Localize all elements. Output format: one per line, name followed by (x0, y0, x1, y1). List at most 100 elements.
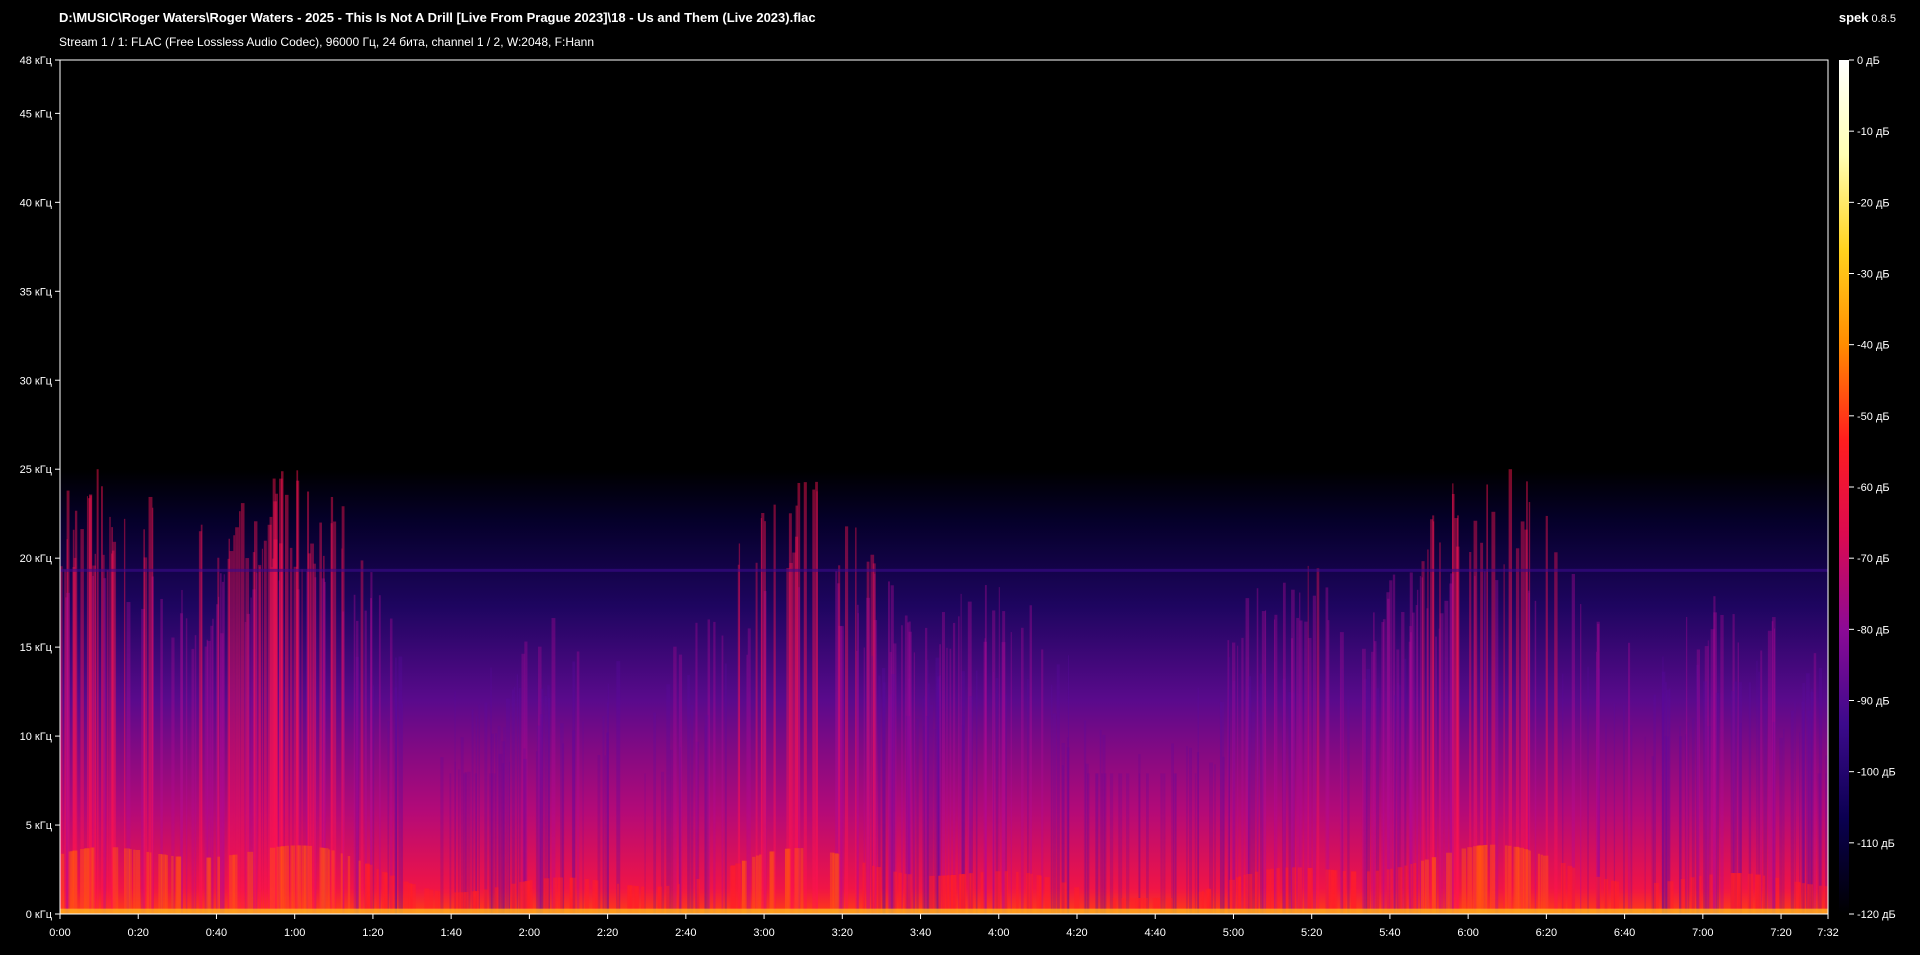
spectrogram-lowband (1571, 867, 1576, 914)
spectrogram-streak (1393, 695, 1397, 914)
spectrogram-streak (1231, 642, 1236, 914)
time-tick-label: 3:00 (753, 927, 774, 939)
spectrogram-streak (495, 733, 498, 914)
spectrogram-streak (882, 682, 886, 914)
time-tick-label: 0:00 (49, 927, 70, 939)
spectrogram-lowband (1367, 871, 1370, 914)
spectrogram-streak (935, 657, 940, 914)
time-tick-label: 6:20 (1536, 927, 1557, 939)
spectrogram-streak (458, 769, 460, 914)
spectrogram-streak (240, 503, 245, 914)
spectrogram-lowband (307, 845, 313, 914)
spectrogram-streak (1189, 747, 1192, 914)
spectrogram-streak (669, 749, 674, 914)
spectrogram-lowband (1537, 853, 1541, 914)
db-tick-label: -20 дБ (1857, 197, 1890, 209)
spectrogram-streak (1186, 746, 1188, 914)
spectrogram-streak (1455, 546, 1460, 914)
spectrogram-lowband (784, 848, 791, 914)
spectrogram-streak (984, 638, 986, 914)
spectrogram-lowband (543, 878, 550, 914)
db-colorbar: 0 дБ -10 дБ -20 дБ -30 дБ -40 дБ -50 дБ -60 дБ… (1839, 55, 1896, 921)
spectrogram-lowband (980, 872, 984, 914)
spectrogram-streak (582, 721, 584, 914)
spectrogram-streak (372, 685, 375, 914)
spectrogram-streak (401, 703, 404, 914)
spectrogram-lowband (1285, 867, 1289, 914)
spectrogram-streak (1002, 611, 1006, 914)
freq-tick-label: 5 кГц (26, 820, 53, 832)
spectrogram-streak (509, 761, 511, 914)
spectrogram-streak (952, 622, 956, 914)
spectrogram-streak (816, 491, 818, 914)
spectrogram-streak (1056, 664, 1060, 914)
spectrogram-streak (721, 635, 724, 914)
spectrogram-streak (998, 587, 1000, 914)
spectrogram-streak (1783, 728, 1785, 914)
time-tick-label: 2:20 (597, 927, 618, 939)
freq-tick-label: 15 кГц (20, 642, 53, 654)
freq-tick-label: 48 кГц (20, 55, 53, 67)
spectrogram-streak (1109, 773, 1114, 914)
spectrogram-lowband (759, 854, 762, 914)
spectrogram-streak (516, 674, 519, 914)
spectrogram-streak (678, 654, 683, 914)
spectrogram-lowband (1421, 860, 1425, 914)
spectrogram-streak (96, 469, 99, 914)
spectrogram-lowband (1528, 850, 1531, 914)
spectrogram-streak (939, 644, 942, 914)
spectrogram-lowband (942, 875, 948, 914)
time-tick-label: 7:32 (1817, 927, 1838, 939)
spectrogram-streak (666, 684, 671, 914)
spectrogram-streak (1653, 694, 1656, 914)
spectrogram-streak (1095, 773, 1099, 914)
spectrogram-lowband (276, 846, 283, 914)
time-tick-label: 0:40 (206, 927, 227, 939)
spectrogram-lowband (1238, 876, 1241, 914)
spectrogram-streak (1196, 752, 1200, 914)
spectrogram-streak (975, 670, 978, 914)
spectrogram-streak (1163, 773, 1166, 914)
spectrogram-streak (1347, 699, 1350, 914)
spectrogram-streak (1630, 725, 1633, 914)
spectrogram-streak (1439, 613, 1444, 914)
spectrogram-streak (1288, 691, 1291, 914)
time-tick-label: 4:20 (1066, 927, 1087, 939)
spectrogram-streak (1661, 671, 1666, 914)
db-tick-label: -60 дБ (1857, 482, 1890, 494)
spectrogram-lowband (217, 856, 221, 914)
spectrogram-streak (1427, 549, 1429, 914)
spectrogram-streak (490, 667, 492, 914)
spectrogram-lowband (1404, 865, 1408, 914)
spectrogram-streak (946, 647, 948, 914)
spectrogram-streak (1813, 653, 1817, 914)
spectrogram-streak (907, 622, 910, 914)
spectrogram-streak (1050, 684, 1053, 914)
spectrogram-lowband (729, 865, 736, 914)
spectrogram-lowband (1762, 875, 1766, 914)
spectrogram-streak (1087, 773, 1090, 914)
spectrogram-streak (200, 524, 203, 914)
spectrogram-lowband (553, 877, 557, 914)
spectrogram-streak (540, 688, 544, 914)
spectrogram-lowband (1276, 868, 1280, 914)
spectrogram-lowband (298, 845, 302, 914)
spectrogram-lowband (1266, 869, 1271, 914)
spectrogram-lowband (376, 869, 379, 914)
db-tick-label: -30 дБ (1857, 269, 1890, 281)
spectrogram-lowband (1307, 867, 1313, 914)
spectrogram-streak (1801, 701, 1805, 914)
spectrogram-streak (1703, 681, 1707, 914)
spectrogram-streak (497, 725, 501, 914)
spectrogram-streak (673, 646, 677, 914)
spectrogram-lowband (1236, 877, 1239, 914)
spectrogram-streak (1713, 596, 1716, 914)
spectrogram-streak (958, 616, 960, 914)
spectrogram-streak (1419, 575, 1422, 914)
spectrogram-streak (704, 715, 709, 914)
spectrogram-streak (109, 516, 111, 914)
spectrogram-streak (1052, 713, 1057, 914)
spectrogram-streak (185, 618, 188, 914)
spectrogram-streak (454, 691, 456, 914)
spectrogram-streak (378, 595, 381, 914)
